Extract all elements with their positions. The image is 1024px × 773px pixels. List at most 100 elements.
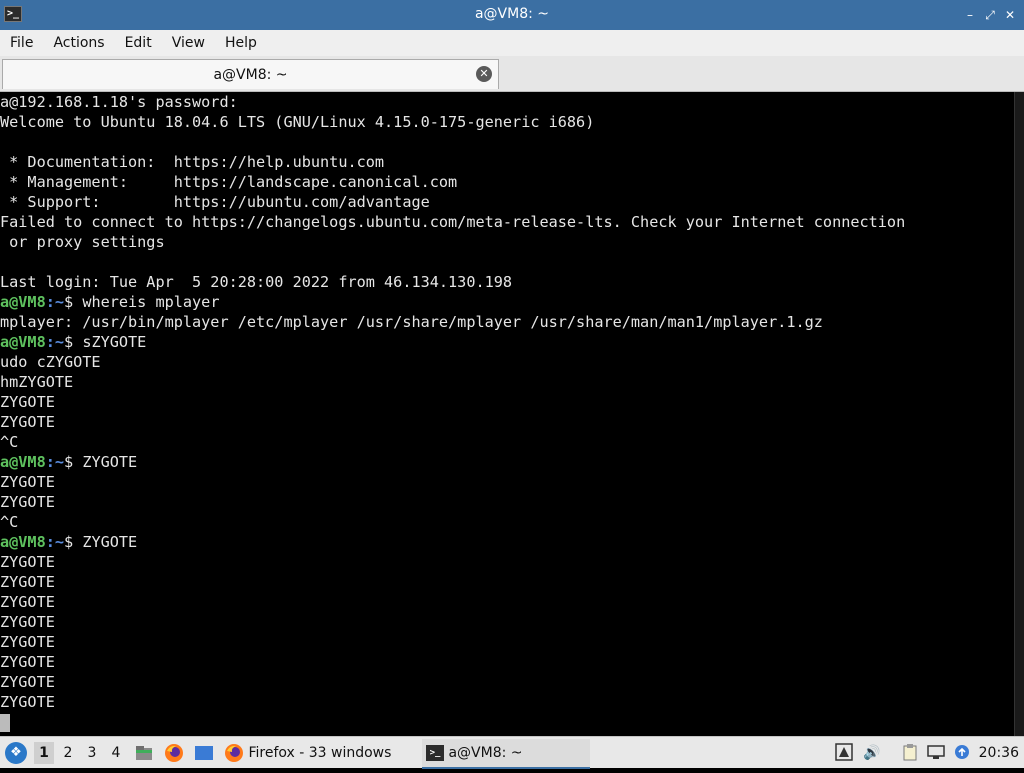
volume-icon[interactable]: 🔊 <box>862 743 882 763</box>
terminal-command-line: a@VM8:~$ sZYGOTE <box>0 332 1014 352</box>
menu-actions[interactable]: Actions <box>43 30 114 56</box>
terminal-output-line: ZYGOTE <box>0 612 1014 632</box>
firefox-icon <box>224 743 244 763</box>
tab-close-icon[interactable]: ✕ <box>476 66 492 82</box>
prompt-path: :~ <box>45 533 65 551</box>
start-menu-icon[interactable]: ❖ <box>5 742 27 764</box>
clipboard-icon[interactable] <box>900 743 920 763</box>
output-text: ZYGOTE <box>0 613 55 631</box>
workspace-3[interactable]: 3 <box>82 742 102 764</box>
prompt-path: :~ <box>45 453 65 471</box>
prompt-symbol: $ <box>64 333 83 351</box>
window-title: a@VM8: ~ <box>474 6 550 22</box>
terminal-output-line: mplayer: /usr/bin/mplayer /etc/mplayer /… <box>0 312 1014 332</box>
clock[interactable]: 20:36 <box>979 737 1019 769</box>
terminal-output-line: ZYGOTE <box>0 592 1014 612</box>
terminal-output-line: Failed to connect to https://changelogs.… <box>0 212 1014 232</box>
firefox-launcher-icon[interactable] <box>164 743 184 763</box>
prompt-user: a@VM8 <box>0 333 46 351</box>
taskbar-terminal[interactable]: >_ a@VM8: ~ <box>422 739 590 769</box>
terminal-command-line: a@VM8:~$ whereis mplayer <box>0 292 1014 312</box>
output-text: mplayer: /usr/bin/mplayer /etc/mplayer /… <box>0 313 823 331</box>
output-text: ZYGOTE <box>0 633 55 651</box>
prompt-path: :~ <box>45 333 65 351</box>
terminal-command-line: a@VM8:~$ ZYGOTE <box>0 532 1014 552</box>
prompt-user: a@VM8 <box>0 293 46 311</box>
output-text: Failed to connect to https://changelogs.… <box>0 213 906 231</box>
terminal-scrollbar[interactable] <box>1014 92 1024 736</box>
menu-view[interactable]: View <box>162 30 215 56</box>
output-text: hmZYGOTE <box>0 373 74 391</box>
menu-edit[interactable]: Edit <box>115 30 162 56</box>
output-text: ^C <box>0 513 19 531</box>
task-label-firefox: Firefox - 33 windows <box>248 745 392 761</box>
output-text: ZYGOTE <box>0 393 55 411</box>
prompt-symbol: $ <box>64 293 83 311</box>
terminal-tab[interactable]: a@VM8: ~ ✕ <box>2 59 499 89</box>
terminal-output-line: ^C <box>0 512 1014 532</box>
output-text: ZYGOTE <box>0 553 55 571</box>
workspace-1[interactable]: 1 <box>34 742 54 764</box>
terminal-cursor-line <box>0 712 1014 732</box>
output-text: Welcome to Ubuntu 18.04.6 LTS (GNU/Linux… <box>0 113 595 131</box>
terminal-output-line: udo cZYGOTE <box>0 352 1014 372</box>
task-label-terminal: a@VM8: ~ <box>448 745 523 761</box>
menu-bar: File Actions Edit View Help <box>0 30 1024 56</box>
output-text: Last login: Tue Apr 5 20:28:00 2022 from… <box>0 273 513 291</box>
network-icon[interactable] <box>926 743 946 763</box>
terminal-output-line: ZYGOTE <box>0 552 1014 572</box>
terminal-output-line: * Support: https://ubuntu.com/advantage <box>0 192 1014 212</box>
close-window-button[interactable]: ✕ <box>1002 7 1018 23</box>
update-notifier-icon[interactable] <box>952 743 972 763</box>
terminal-output-line: a@192.168.1.18's password: <box>0 92 1014 112</box>
output-text: ZYGOTE <box>0 653 55 671</box>
terminal-output-line: ZYGOTE <box>0 652 1014 672</box>
output-text: udo cZYGOTE <box>0 353 101 371</box>
taskbar: ❖ 1 2 3 4 Firefox - 33 windows >_ a@VM8:… <box>0 736 1024 769</box>
menu-help[interactable]: Help <box>215 30 267 56</box>
terminal-output-line: ZYGOTE <box>0 472 1014 492</box>
tab-label: a@VM8: ~ <box>213 67 288 83</box>
output-text: * Management: https://landscape.canonica… <box>0 173 458 191</box>
file-manager-icon[interactable] <box>134 743 154 763</box>
output-text: a@192.168.1.18's password: <box>0 93 238 111</box>
output-text: ZYGOTE <box>0 673 55 691</box>
desktop-icon[interactable] <box>194 743 214 763</box>
terminal-output-line: * Documentation: https://help.ubuntu.com <box>0 152 1014 172</box>
terminal-output-line: ZYGOTE <box>0 572 1014 592</box>
maximize-button[interactable]: ⤢ <box>982 7 998 23</box>
command-text: whereis mplayer <box>82 293 220 311</box>
terminal-output-line: ZYGOTE <box>0 692 1014 712</box>
taskbar-firefox[interactable]: Firefox - 33 windows <box>224 739 412 767</box>
output-text: ZYGOTE <box>0 493 55 511</box>
terminal-icon: >_ <box>426 745 444 761</box>
terminal-output-line: or proxy settings <box>0 232 1014 252</box>
terminal-output-line: * Management: https://landscape.canonica… <box>0 172 1014 192</box>
terminal-output-line: Welcome to Ubuntu 18.04.6 LTS (GNU/Linux… <box>0 112 1014 132</box>
workspace-2[interactable]: 2 <box>58 742 78 764</box>
window-titlebar[interactable]: >_ a@VM8: ~ – ⤢ ✕ <box>0 0 1024 30</box>
terminal-output-line: hmZYGOTE <box>0 372 1014 392</box>
output-text: * Support: https://ubuntu.com/advantage <box>0 193 430 211</box>
terminal-output[interactable]: a@192.168.1.18's password: Welcome to Ubu… <box>0 92 1014 736</box>
terminal-output-line: ZYGOTE <box>0 632 1014 652</box>
output-text: ^C <box>0 433 19 451</box>
terminal-output-line: ZYGOTE <box>0 412 1014 432</box>
output-text: or proxy settings <box>0 233 165 251</box>
tab-bar: a@VM8: ~ ✕ <box>0 56 1024 92</box>
workspace-4[interactable]: 4 <box>106 742 126 764</box>
output-text: ZYGOTE <box>0 693 55 711</box>
prompt-symbol: $ <box>64 453 83 471</box>
menu-file[interactable]: File <box>0 30 43 56</box>
command-text: sZYGOTE <box>82 333 147 351</box>
terminal-command-line: a@VM8:~$ ZYGOTE <box>0 452 1014 472</box>
prompt-user: a@VM8 <box>0 453 46 471</box>
output-text: ZYGOTE <box>0 573 55 591</box>
prompt-symbol: $ <box>64 533 83 551</box>
terminal-output-line: ZYGOTE <box>0 672 1014 692</box>
screenshot-tray-icon[interactable] <box>834 743 854 763</box>
output-text: ZYGOTE <box>0 593 55 611</box>
minimize-button[interactable]: – <box>962 7 978 23</box>
terminal-output-line: ZYGOTE <box>0 392 1014 412</box>
command-text: ZYGOTE <box>82 533 138 551</box>
